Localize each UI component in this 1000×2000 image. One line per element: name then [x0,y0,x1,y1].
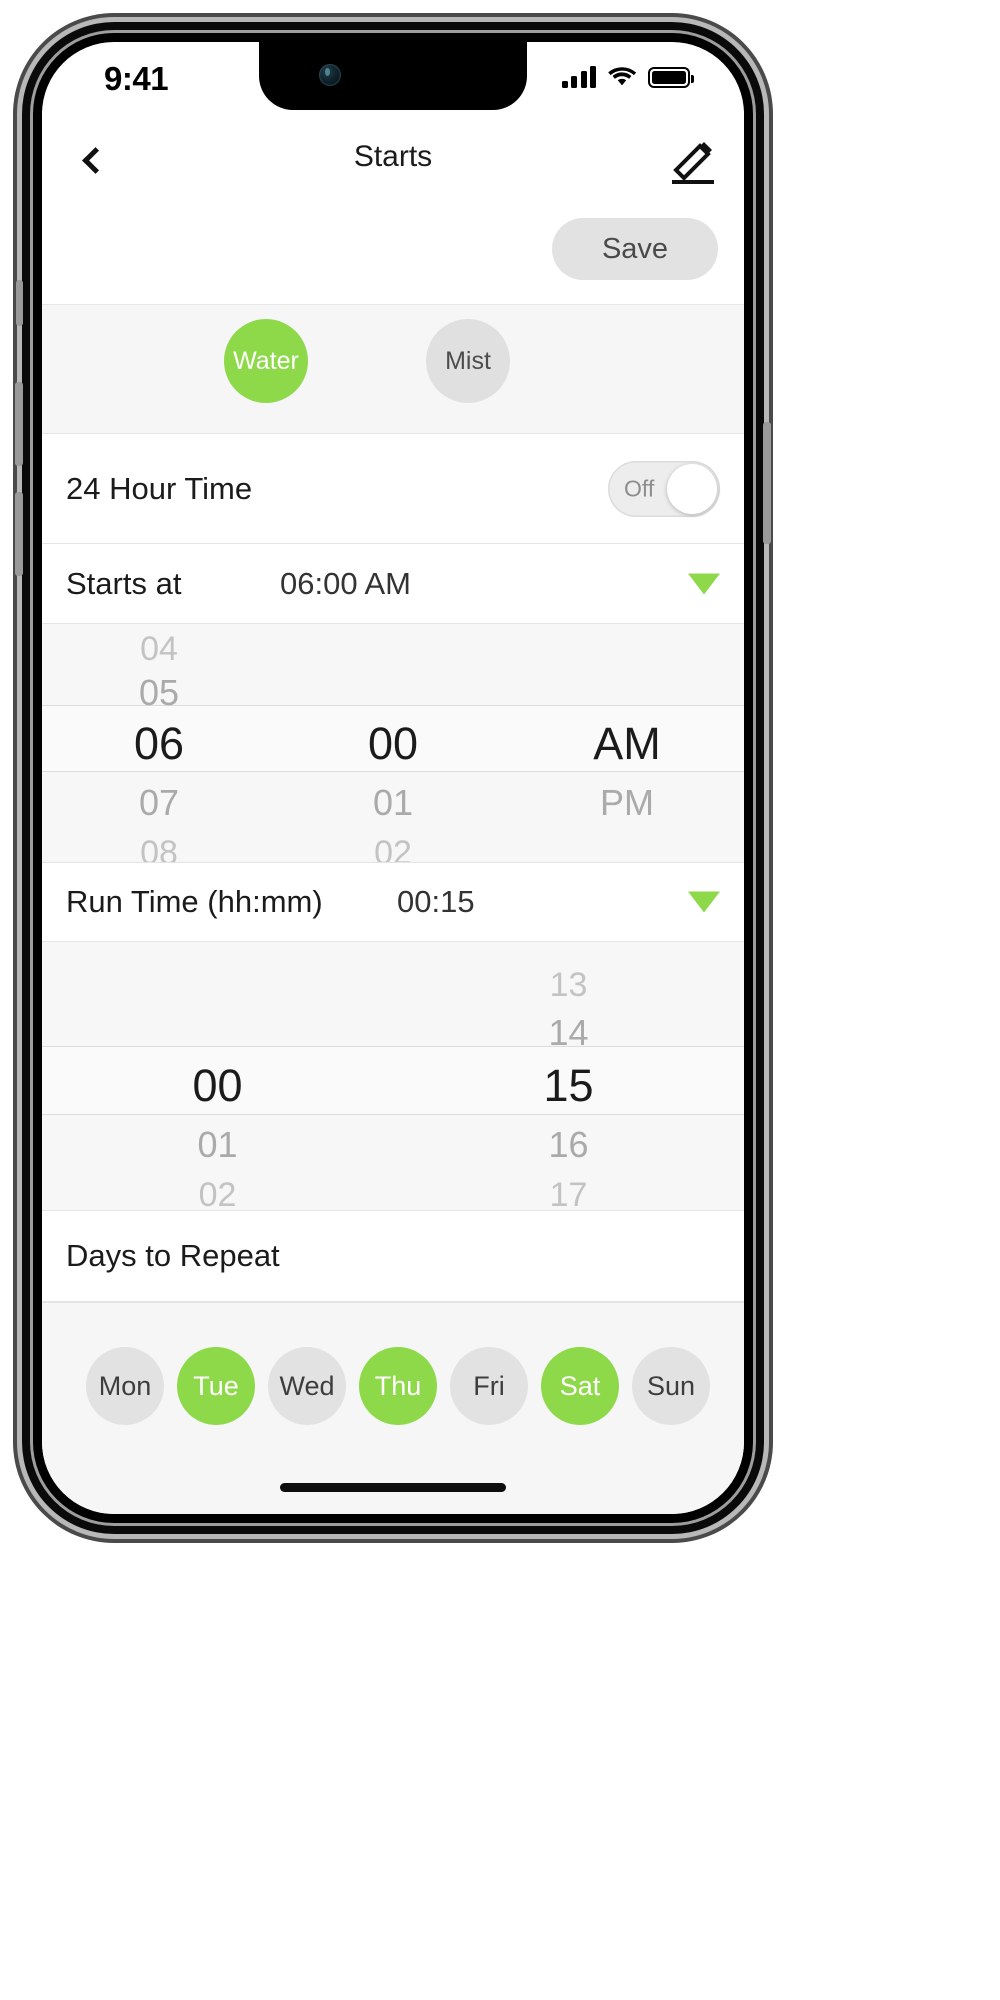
picker-column-meridiem[interactable]: AM PM [510,624,744,862]
save-toolbar: Save [42,206,744,304]
wifi-icon [608,67,636,86]
row-starts-at[interactable]: Starts at 06:00 AM [42,544,744,624]
page-title: Starts [353,140,433,173]
row-starts-at-label: Starts at [66,565,182,601]
day-pill-mon[interactable]: Mon [86,1347,164,1425]
toggle-knob [667,463,717,514]
save-button[interactable]: Save [552,218,718,280]
row-24-hour-time-label: 24 Hour Time [66,470,253,506]
pencil-edit-icon [672,142,714,184]
picker-item-selected[interactable]: 00 [276,718,510,770]
row-starts-at-value: 06:00 AM [280,565,411,601]
power-button[interactable] [763,422,771,544]
toggle-state-label: Off [624,475,655,501]
navigation-bar: Starts [42,110,744,206]
picker-item[interactable]: 08 [42,834,276,862]
picker-item[interactable]: 04 [42,630,276,669]
start-time-picker[interactable]: 04 05 06 07 08 00 01 02 AM PM [42,624,744,862]
battery-full-icon [648,66,694,88]
phone-screen: 9:41 Starts Save Water Mist 24 Hour Time… [42,42,744,1514]
row-days-to-repeat: Days to Repeat [42,1210,744,1302]
picker-item[interactable]: PM [510,782,744,824]
device-notch [259,42,527,110]
day-pill-wed[interactable]: Wed [268,1347,346,1425]
picker-column-run-hours[interactable]: 00 01 02 [42,942,393,1210]
day-pill-fri[interactable]: Fri [450,1347,528,1425]
home-indicator[interactable] [280,1483,506,1492]
status-time: 9:41 [104,60,169,97]
days-to-repeat-label: Days to Repeat [66,1238,280,1273]
caret-down-icon-run-time[interactable] [688,891,720,913]
row-run-time-value: 00:15 [397,884,475,919]
picker-column-hours[interactable]: 04 05 06 07 08 [42,624,276,862]
silent-switch[interactable] [16,280,23,326]
day-pill-tue[interactable]: Tue [177,1347,255,1425]
day-pill-thu[interactable]: Thu [359,1347,437,1425]
edit-button[interactable] [664,132,720,188]
caret-down-icon-starts-at[interactable] [688,573,720,594]
row-run-time-label: Run Time (hh:mm) [66,884,323,919]
day-pill-sun[interactable]: Sun [632,1347,710,1425]
picker-item-selected[interactable]: 06 [42,718,276,770]
row-24-hour-time: 24 Hour Time Off [42,434,744,544]
day-pill-sat[interactable]: Sat [541,1347,619,1425]
picker-item-selected[interactable]: 15 [393,1060,744,1112]
picker-item[interactable]: 05 [42,672,276,714]
picker-item-selected[interactable]: AM [510,718,744,770]
mode-option-water[interactable]: Water [224,319,308,403]
picker-item[interactable]: 14 [393,1012,744,1054]
picker-item[interactable]: 13 [393,966,744,1005]
phone-frame: 9:41 Starts Save Water Mist 24 Hour Time… [15,22,771,1534]
picker-item[interactable]: 16 [393,1124,744,1166]
picker-item[interactable]: 17 [393,1176,744,1210]
front-camera-icon [319,64,341,86]
picker-item[interactable]: 01 [276,782,510,824]
row-run-time[interactable]: Run Time (hh:mm) 00:15 [42,862,744,942]
cellular-signal-icon [561,66,596,88]
run-time-picker[interactable]: 00 01 02 13 14 15 16 17 [42,942,744,1210]
picker-item[interactable]: 02 [276,834,510,862]
status-icons [561,66,694,88]
volume-down-button[interactable] [15,492,23,576]
picker-item-selected[interactable]: 00 [42,1060,393,1112]
volume-up-button[interactable] [15,382,23,466]
picker-column-run-minutes[interactable]: 13 14 15 16 17 [393,942,744,1210]
mode-selector: Water Mist [42,304,744,434]
picker-column-minutes[interactable]: 00 01 02 [276,624,510,862]
picker-item[interactable]: 02 [42,1176,393,1210]
mode-option-mist[interactable]: Mist [426,319,510,403]
toggle-24-hour-time[interactable]: Off [608,460,720,517]
battery-fill [652,70,686,84]
picker-item[interactable]: 07 [42,782,276,824]
picker-item[interactable]: 01 [42,1124,393,1166]
